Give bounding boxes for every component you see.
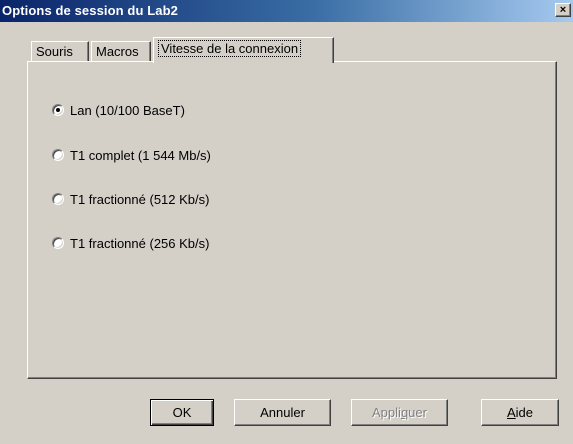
- radio-option-lan[interactable]: Lan (10/100 BaseT): [52, 102, 185, 118]
- radio-button[interactable]: [52, 193, 64, 205]
- radio-button[interactable]: [52, 237, 64, 249]
- radio-option-label: T1 fractionné (256 Kb/s): [70, 235, 210, 251]
- apply-label-suffix: uer: [408, 404, 427, 420]
- tab-souris-label: Souris: [36, 44, 73, 59]
- tab-vitesse-connexion-label: Vitesse de la connexion: [158, 40, 302, 57]
- title-bar[interactable]: Options de session du Lab2 ×: [0, 0, 573, 22]
- help-button[interactable]: Aide: [481, 399, 559, 426]
- help-label-mnemonic: A: [506, 404, 516, 420]
- options-dialog: Options de session du Lab2 × Souris Macr…: [0, 0, 573, 444]
- tab-vitesse-connexion[interactable]: Vitesse de la connexion: [153, 37, 334, 63]
- window-title: Options de session du Lab2: [2, 3, 178, 18]
- apply-label-prefix: Appli: [372, 404, 401, 420]
- radio-option-label: T1 complet (1 544 Mb/s): [70, 147, 211, 163]
- cancel-button[interactable]: Annuler: [234, 399, 331, 426]
- tab-macros-label: Macros: [96, 44, 139, 59]
- radio-button[interactable]: [52, 149, 64, 161]
- ok-button-label: OK: [172, 404, 192, 420]
- radio-option-t1-256[interactable]: T1 fractionné (256 Kb/s): [52, 235, 209, 251]
- ok-button[interactable]: OK: [150, 399, 214, 426]
- tab-souris[interactable]: Souris: [31, 41, 89, 61]
- radio-option-t1-512[interactable]: T1 fractionné (512 Kb/s): [52, 191, 209, 207]
- close-button[interactable]: ×: [555, 3, 571, 17]
- help-label-suffix: ide: [515, 404, 534, 420]
- radio-button-checked[interactable]: [52, 104, 64, 116]
- tab-macros[interactable]: Macros: [91, 41, 151, 61]
- radio-option-t1-complet[interactable]: T1 complet (1 544 Mb/s): [52, 147, 211, 163]
- cancel-button-label: Annuler: [260, 404, 305, 420]
- radio-option-label: Lan (10/100 BaseT): [70, 102, 185, 118]
- apply-button[interactable]: Appliquer: [351, 399, 448, 426]
- radio-option-label: T1 fractionné (512 Kb/s): [70, 191, 210, 207]
- close-icon: ×: [559, 4, 567, 16]
